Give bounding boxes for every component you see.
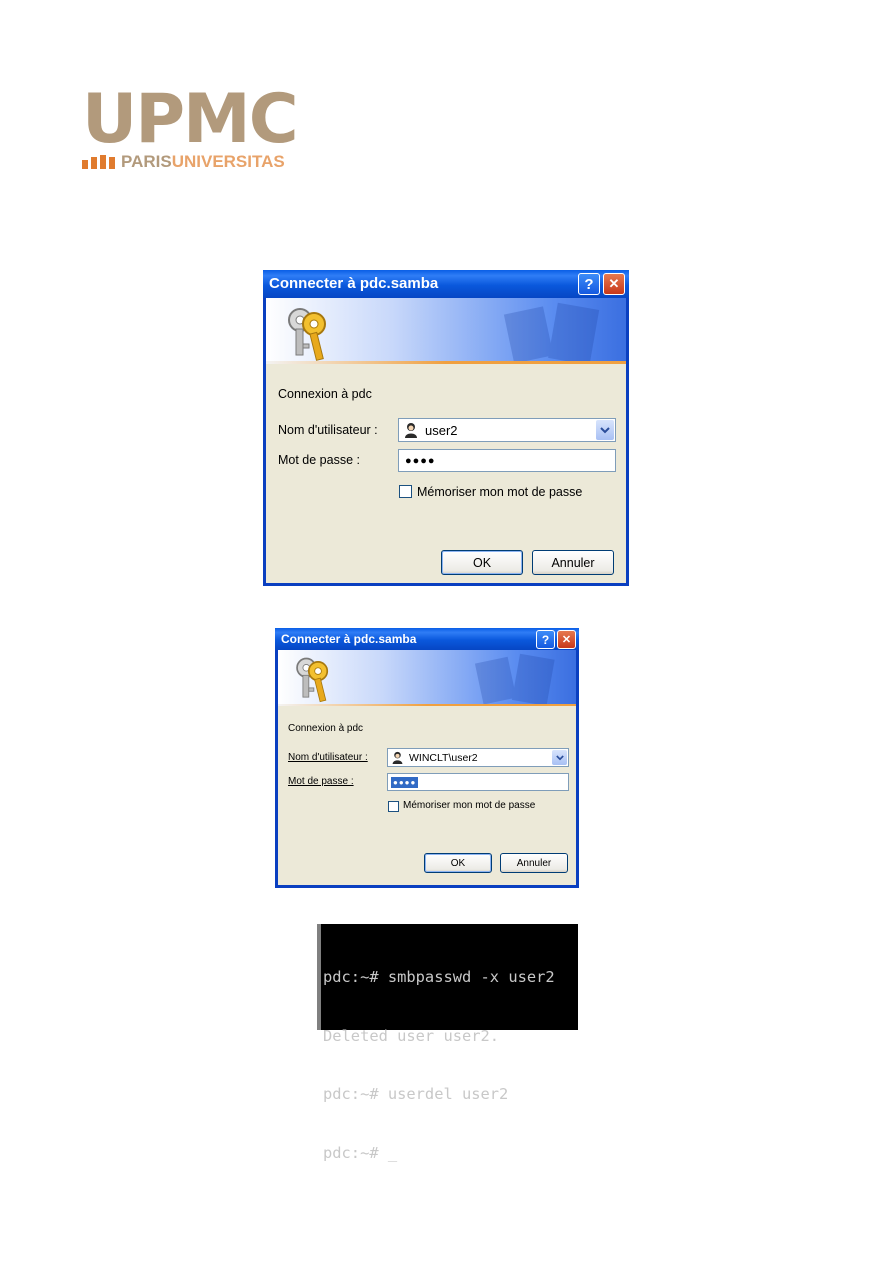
username-value: WINCLT\user2 [409, 751, 478, 764]
logo-wordmark: UPMC [82, 80, 299, 159]
connect-to-label: Connexion à pdc [288, 723, 364, 734]
dialog-1-title: Connecter à pdc.samba [269, 275, 439, 292]
terminal-prompt[interactable]: pdc:~# _ [323, 1144, 578, 1164]
terminal-line: Deleted user user2. [323, 1026, 500, 1045]
dialog-1-banner [266, 298, 626, 364]
dropdown-button[interactable] [552, 750, 567, 765]
keys-icon [296, 657, 329, 703]
user-icon [405, 423, 417, 438]
remember-label: Mémoriser mon mot de passe [403, 800, 536, 811]
login-dialog-2: Connecter à pdc.samba ? ✕ Connexion à pd… [275, 628, 579, 888]
login-dialog-1: Connecter à pdc.samba ? ✕ Connexion à pd… [263, 270, 629, 586]
ok-button[interactable]: OK [441, 550, 523, 575]
logo-paris: PARIS [121, 152, 172, 171]
password-mask: ●●●● [391, 776, 419, 788]
chevron-down-icon [600, 426, 610, 433]
password-mask: ●●●● [405, 454, 436, 467]
remember-label: Mémoriser mon mot de passe [417, 485, 583, 499]
chevron-down-icon [555, 754, 564, 760]
ok-label: OK [472, 555, 492, 570]
help-icon: ? [541, 632, 550, 647]
logo-bars-icon [82, 155, 115, 169]
help-button[interactable]: ? [578, 273, 600, 295]
remember-checkbox[interactable] [399, 485, 412, 498]
username-label: Nom d'utilisateur : [278, 423, 378, 437]
password-field[interactable]: ●●●● [398, 449, 616, 472]
terminal-line: pdc:~# smbpasswd -x user2 [323, 968, 555, 986]
dialog-2-titlebar[interactable]: Connecter à pdc.samba ? ✕ [275, 628, 579, 650]
ok-button[interactable]: OK [424, 853, 492, 873]
password-field[interactable]: ●●●● [387, 773, 569, 791]
close-icon: ✕ [608, 276, 620, 291]
logo-subtitle: PARIS UNIVERSITAS [82, 152, 285, 171]
upmc-logo: UPMC PARIS UNIVERSITAS [82, 86, 314, 176]
cancel-button[interactable]: Annuler [500, 853, 568, 873]
cancel-label: Annuler [551, 555, 595, 570]
dialog-2-title: Connecter à pdc.samba [281, 632, 417, 646]
cancel-label: Annuler [516, 857, 552, 869]
username-value: user2 [425, 422, 458, 438]
dialog-2-banner [278, 650, 576, 706]
close-button[interactable]: ✕ [557, 630, 576, 649]
password-label: Mot de passe : [278, 453, 360, 467]
connect-to-label: Connexion à pdc [278, 387, 372, 401]
dropdown-button[interactable] [596, 420, 614, 440]
dialog-1-titlebar[interactable]: Connecter à pdc.samba ? ✕ [263, 270, 629, 298]
username-label: Nom d'utilisateur : [288, 752, 368, 763]
remember-checkbox[interactable] [388, 801, 399, 812]
help-icon: ? [584, 275, 594, 293]
user-icon [392, 751, 403, 764]
ok-label: OK [450, 857, 466, 869]
keys-watermark-icon [503, 302, 600, 364]
cancel-button[interactable]: Annuler [532, 550, 614, 575]
logo-universitas: UNIVERSITAS [171, 152, 285, 171]
keys-icon [288, 308, 326, 361]
terminal-window: pdc:~# smbpasswd -x user2 Deleted user u… [317, 924, 578, 1162]
close-button[interactable]: ✕ [603, 273, 625, 295]
password-label: Mot de passe : [288, 776, 354, 787]
username-combobox[interactable]: WINCLT\user2 [387, 748, 569, 767]
keys-watermark-icon [474, 653, 555, 705]
close-icon: ✕ [561, 634, 572, 646]
terminal-line: pdc:~# userdel user2 [323, 1085, 509, 1103]
help-button[interactable]: ? [536, 630, 555, 649]
username-combobox[interactable]: user2 [398, 418, 616, 442]
